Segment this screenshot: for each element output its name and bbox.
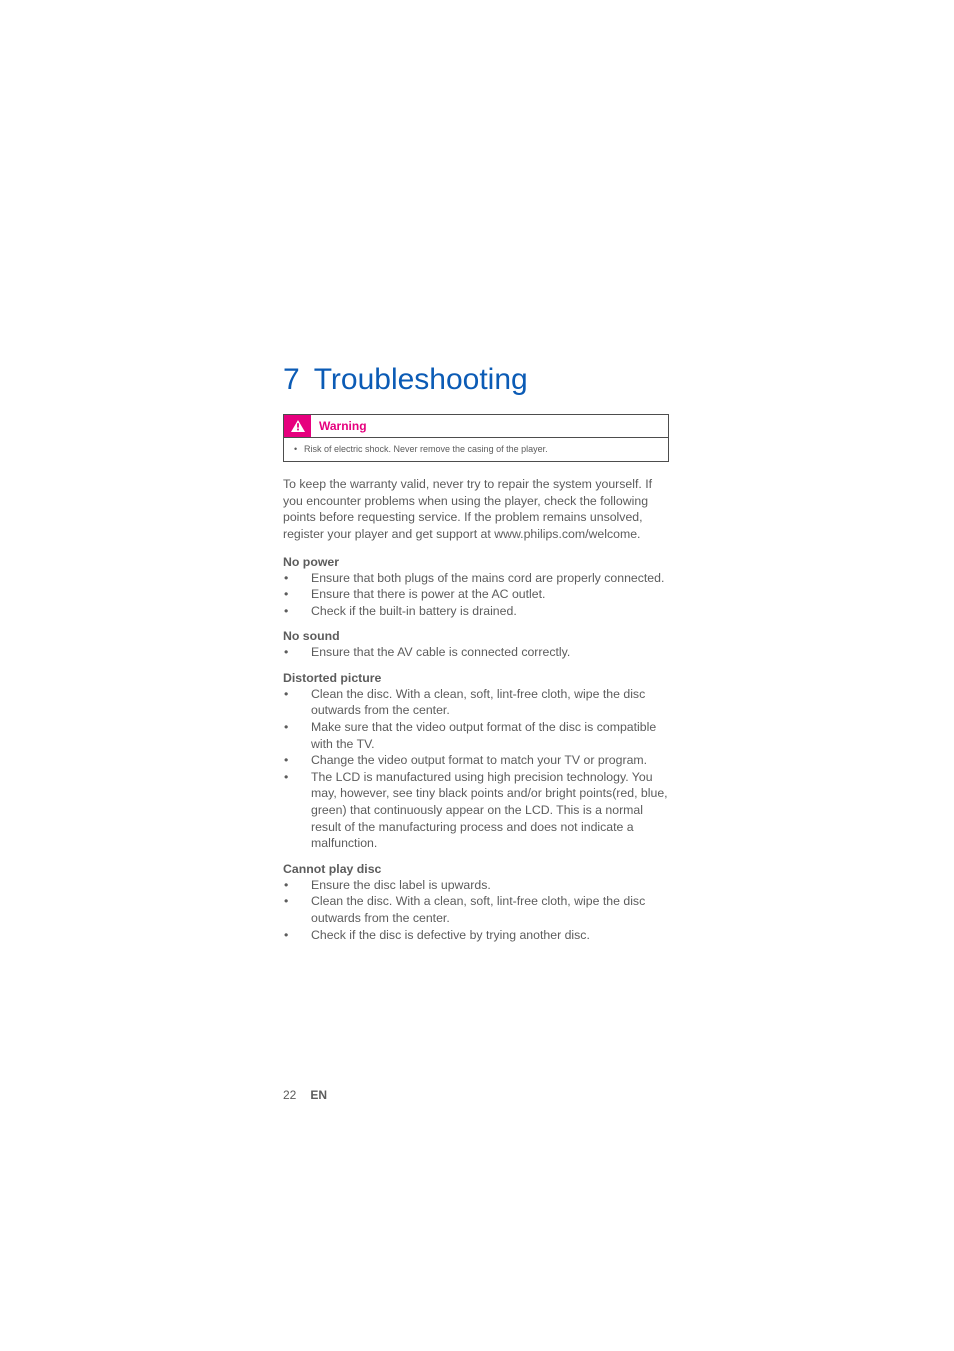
chapter-number: 7 [283, 363, 300, 396]
list-item: Clean the disc. With a clean, soft, lint… [283, 893, 669, 926]
list-item: Ensure that there is power at the AC out… [283, 586, 669, 603]
page-language: EN [310, 1088, 327, 1102]
section-no-power: No power Ensure that both plugs of the m… [283, 555, 669, 620]
list-item: Clean the disc. With a clean, soft, lint… [283, 686, 669, 719]
section-heading: No sound [283, 629, 669, 643]
list-item: Ensure the disc label is upwards. [283, 877, 669, 894]
intro-paragraph: To keep the warranty valid, never try to… [283, 476, 669, 542]
section-cannot-play-disc: Cannot play disc Ensure the disc label i… [283, 862, 669, 943]
chapter-title-text: Troubleshooting [314, 363, 528, 396]
warning-text: Risk of electric shock. Never remove the… [294, 443, 658, 455]
page-footer: 22 EN [283, 1088, 327, 1102]
section-heading: No power [283, 555, 669, 569]
page-number: 22 [283, 1088, 296, 1102]
section-heading: Cannot play disc [283, 862, 669, 876]
section-list: Clean the disc. With a clean, soft, lint… [283, 686, 669, 852]
section-no-sound: No sound Ensure that the AV cable is con… [283, 629, 669, 661]
list-item: Ensure that the AV cable is connected co… [283, 644, 669, 661]
warning-label: Warning [311, 419, 367, 433]
section-list: Ensure that both plugs of the mains cord… [283, 570, 669, 620]
section-list: Ensure the disc label is upwards. Clean … [283, 877, 669, 943]
list-item: Change the video output format to match … [283, 752, 669, 769]
list-item: The LCD is manufactured using high preci… [283, 769, 669, 852]
section-distorted-picture: Distorted picture Clean the disc. With a… [283, 671, 669, 852]
warning-header: Warning [284, 415, 668, 438]
chapter-heading: 7 Troubleshooting [283, 363, 669, 396]
section-heading: Distorted picture [283, 671, 669, 685]
warning-icon [284, 415, 311, 437]
list-item: Check if the disc is defective by trying… [283, 927, 669, 944]
section-list: Ensure that the AV cable is connected co… [283, 644, 669, 661]
warning-callout: Warning Risk of electric shock. Never re… [283, 414, 669, 462]
list-item: Ensure that both plugs of the mains cord… [283, 570, 669, 587]
list-item: Make sure that the video output format o… [283, 719, 669, 752]
warning-body: Risk of electric shock. Never remove the… [284, 438, 668, 461]
document-page: 7 Troubleshooting Warning Risk of electri… [0, 0, 954, 1351]
list-item: Check if the built-in battery is drained… [283, 603, 669, 620]
